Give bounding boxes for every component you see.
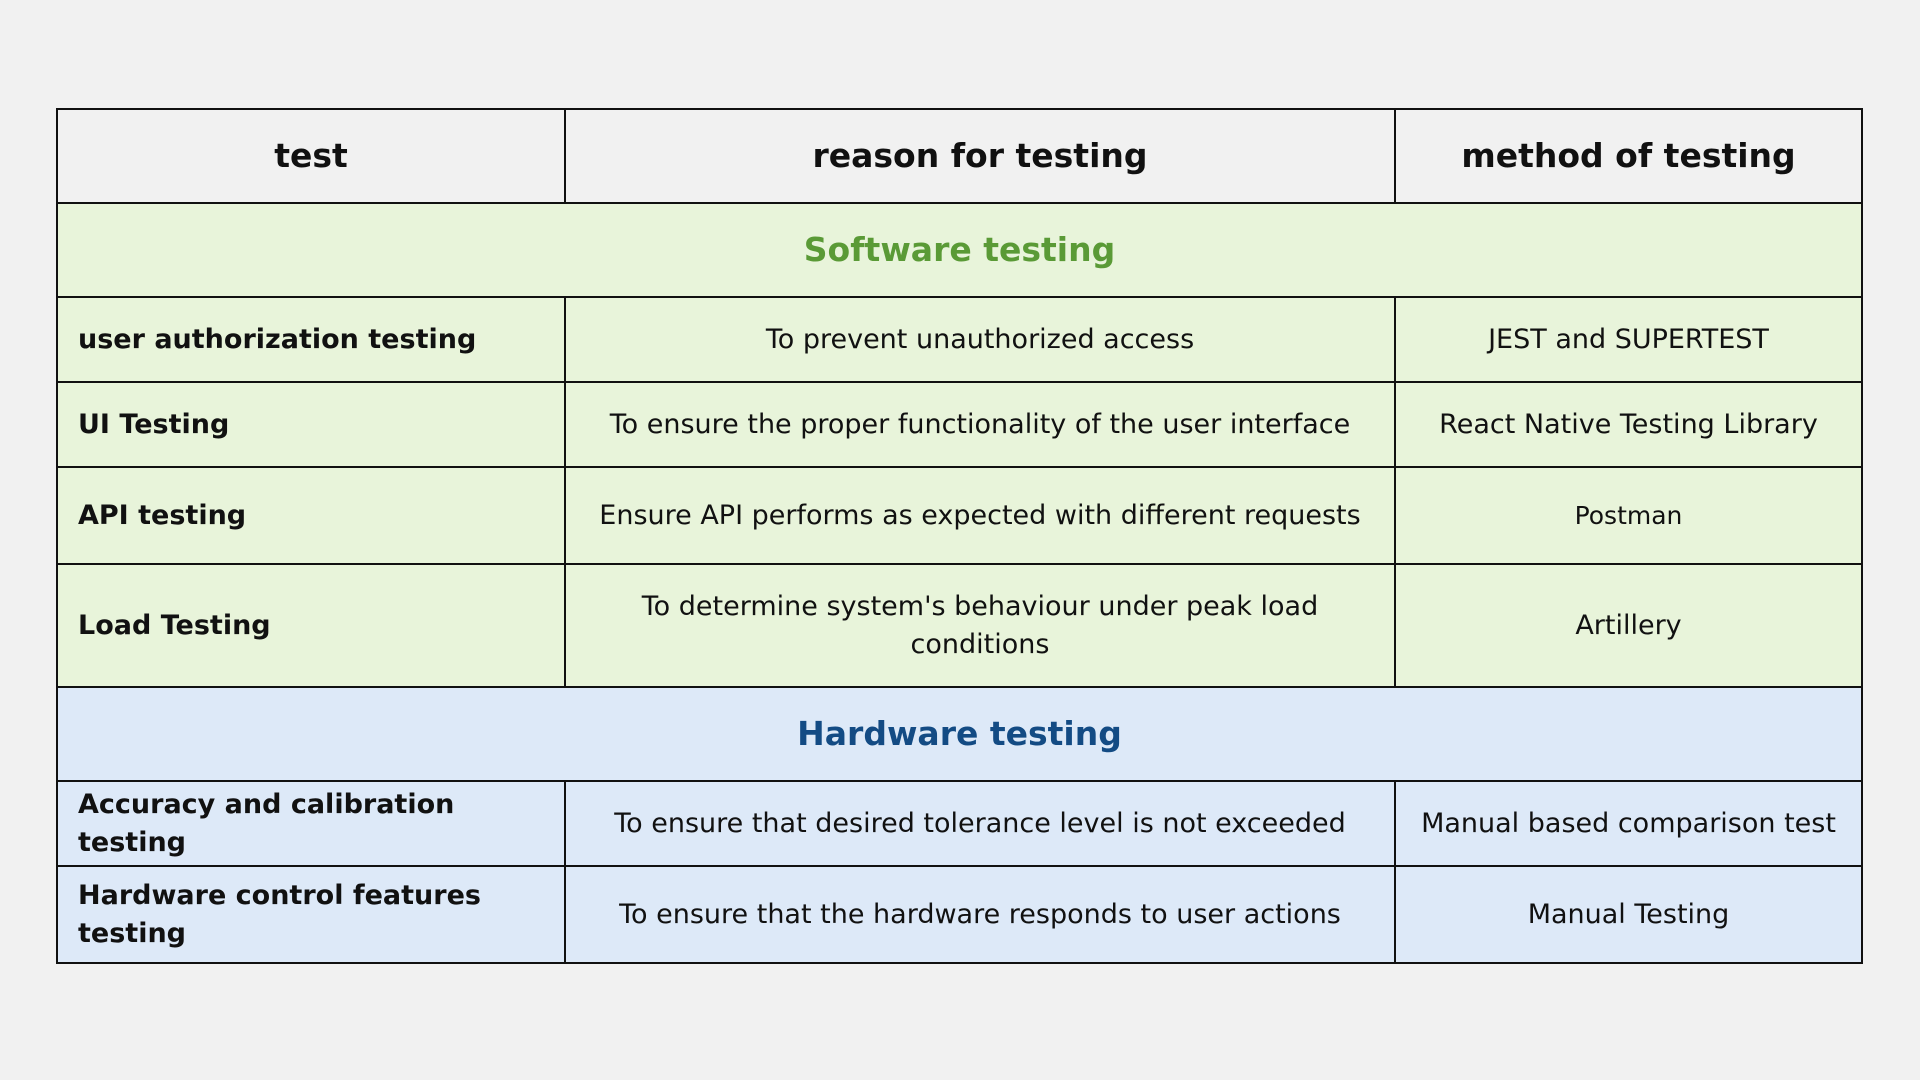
method-cell: Artillery — [1394, 563, 1863, 688]
test-cell: user authorization testing — [56, 296, 566, 383]
header-row: test reason for testing method of testin… — [56, 108, 1863, 204]
table-row: Load Testing To determine system's behav… — [56, 563, 1863, 688]
header-reason: reason for testing — [564, 108, 1396, 204]
reason-cell: To determine system's behaviour under pe… — [564, 563, 1396, 688]
table-row: user authorization testing To prevent un… — [56, 296, 1863, 383]
table-row: API testing Ensure API performs as expec… — [56, 466, 1863, 565]
software-section-title: Software testing — [56, 202, 1863, 298]
hardware-section-title: Hardware testing — [56, 686, 1863, 782]
header-test: test — [56, 108, 566, 204]
testing-table: test reason for testing method of testin… — [56, 108, 1863, 964]
table-row: Accuracy and calibration testing To ensu… — [56, 780, 1863, 867]
table-row: Hardware control features testing To ens… — [56, 865, 1863, 964]
header-method: method of testing — [1394, 108, 1863, 204]
software-section-row: Software testing — [56, 202, 1863, 298]
testing-table-container: test reason for testing method of testin… — [56, 108, 1863, 964]
method-cell: Postman — [1394, 466, 1863, 565]
test-cell: Load Testing — [56, 563, 566, 688]
method-cell: JEST and SUPERTEST — [1394, 296, 1863, 383]
reason-cell: To ensure the proper functionality of th… — [564, 381, 1396, 468]
reason-cell: To ensure that desired tolerance level i… — [564, 780, 1396, 867]
table-row: UI Testing To ensure the proper function… — [56, 381, 1863, 468]
test-cell: UI Testing — [56, 381, 566, 468]
reason-cell: To prevent unauthorized access — [564, 296, 1396, 383]
test-cell: Hardware control features testing — [56, 865, 566, 964]
test-cell: API testing — [56, 466, 566, 565]
method-cell: Manual based comparison test — [1394, 780, 1863, 867]
method-cell: Manual Testing — [1394, 865, 1863, 964]
method-cell: React Native Testing Library — [1394, 381, 1863, 468]
test-cell: Accuracy and calibration testing — [56, 780, 566, 867]
reason-cell: Ensure API performs as expected with dif… — [564, 466, 1396, 565]
reason-cell: To ensure that the hardware responds to … — [564, 865, 1396, 964]
hardware-section-row: Hardware testing — [56, 686, 1863, 782]
